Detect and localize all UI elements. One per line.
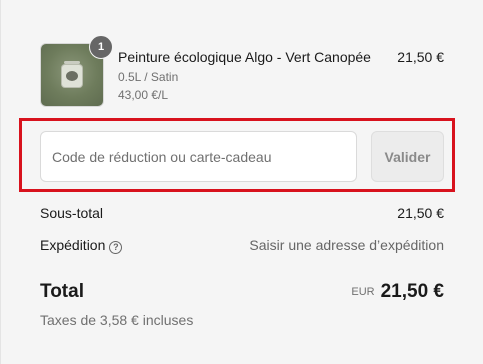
help-circle-icon[interactable]: ? [109, 241, 123, 254]
shipping-value: Saisir une adresse d’expédition [249, 237, 444, 253]
product-unit-price: 43,00 €/L [118, 88, 169, 102]
total-amount: 21,50 € [380, 281, 444, 302]
shipping-label: Expédition [40, 237, 106, 253]
total-value-wrap: EUR 21,50 € [351, 281, 444, 303]
currency-code: EUR [351, 286, 375, 298]
product-name: Peinture écologique Algo - Vert Canopée [118, 49, 371, 65]
shipping-label-wrap: Expédition? [40, 237, 123, 254]
subtotal-label: Sous-total [40, 205, 104, 221]
paint-can-icon [62, 61, 82, 87]
product-price: 21,50 € [397, 49, 444, 65]
product-variant: 0.5L / Satin [118, 70, 179, 84]
total-label: Total [40, 281, 84, 302]
subtotal-value: 21,50 € [397, 205, 444, 221]
apply-discount-button[interactable]: Valider [371, 131, 444, 182]
taxes-note: Taxes de 3,58 € incluses [40, 312, 194, 328]
discount-code-input[interactable] [40, 131, 357, 182]
panel-divider [0, 0, 1, 364]
quantity-badge: 1 [89, 35, 113, 59]
cart-line-item: 1 Peinture écologique Algo - Vert Canopé… [40, 35, 444, 107]
